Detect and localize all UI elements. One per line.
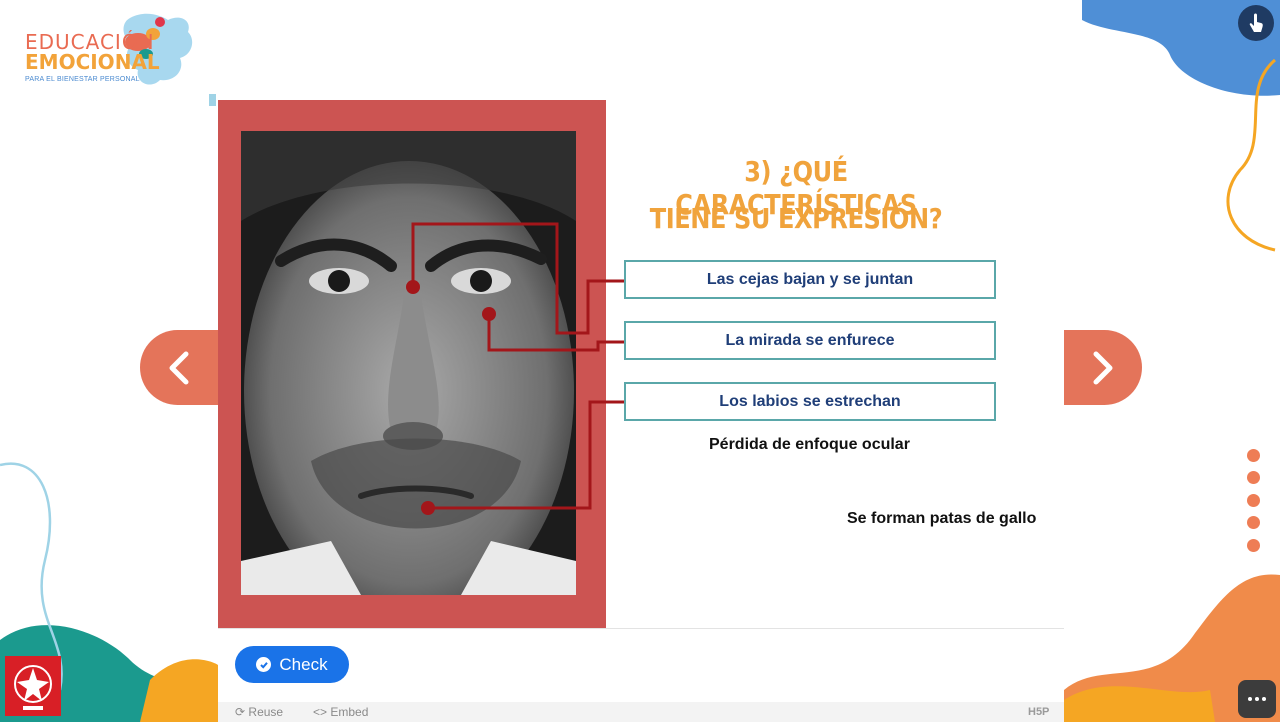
slide-dot-3[interactable] <box>1247 494 1260 507</box>
draggable-option-crows-feet[interactable]: Se forman patas de gallo <box>847 510 1036 528</box>
crest-icon <box>14 665 52 710</box>
checkmark-circle-icon <box>256 657 272 672</box>
hand-pointer-icon <box>1249 13 1263 32</box>
draggable-option-ocular-focus[interactable]: Pérdida de enfoque ocular <box>709 436 910 454</box>
more-dots-icon <box>1248 697 1252 701</box>
slide-dot-4[interactable] <box>1247 516 1260 529</box>
logo: EDUCACIÓN EMOCIONAL PARA EL BIENESTAR PE… <box>20 10 200 90</box>
drop-zone-eyebrows[interactable]: Las cejas bajan y se juntan <box>624 260 996 299</box>
crest-logo <box>5 656 61 716</box>
embed-label: Embed <box>330 705 369 719</box>
face-photo <box>241 131 576 595</box>
accessibility-button[interactable] <box>1238 5 1274 41</box>
slide-dot-5[interactable] <box>1247 539 1260 552</box>
logo-tagline: PARA EL BIENESTAR PERSONAL <box>25 76 140 83</box>
drop-zone-lips[interactable]: Los labios se estrechan <box>624 382 996 421</box>
check-button-label: Check <box>279 654 328 674</box>
reuse-link[interactable]: ⟳ Reuse <box>235 705 283 719</box>
next-slide-button[interactable] <box>1064 330 1142 405</box>
chevron-left-icon <box>169 351 189 384</box>
slide-dot-1[interactable] <box>1247 449 1260 462</box>
slide-dot-2[interactable] <box>1247 471 1260 484</box>
question-title-line2: TIENE SU EXPRESIÓN? <box>649 202 943 235</box>
reuse-label: Reuse <box>248 705 284 719</box>
logo-title-line2: EMOCIONAL <box>25 50 160 74</box>
footer-divider <box>218 628 1064 629</box>
chevron-right-icon <box>1093 351 1113 384</box>
more-options-button[interactable] <box>1238 680 1276 718</box>
check-button[interactable]: Check <box>235 646 349 683</box>
face-illustration <box>241 131 576 595</box>
previous-slide-button[interactable] <box>140 330 218 405</box>
drop-zone-gaze[interactable]: La mirada se enfurece <box>624 321 996 360</box>
embed-link[interactable]: <> Embed <box>313 705 368 719</box>
h5p-logo: H5P <box>1028 706 1050 718</box>
refresh-icon: ⟳ <box>235 705 246 719</box>
code-icon: <> <box>313 705 328 719</box>
